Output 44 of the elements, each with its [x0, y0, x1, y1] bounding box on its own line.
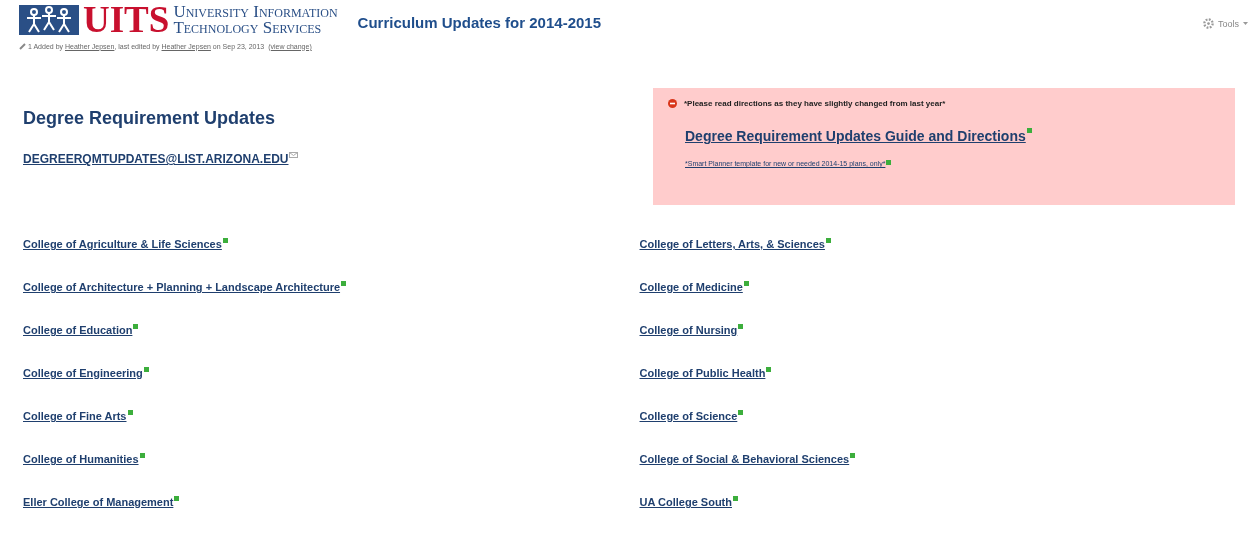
college-link[interactable]: College of Architecture + Planning + Landscape Architecture [23, 281, 341, 293]
mail-icon [288, 152, 298, 158]
external-link-icon [743, 281, 749, 286]
external-link-icon [766, 367, 772, 372]
external-link-icon [127, 410, 133, 415]
external-link-icon [139, 453, 145, 458]
logo-acronym: UITS [83, 4, 170, 36]
college-link[interactable]: College of Nursing [639, 324, 738, 336]
college-link[interactable]: College of Medicine [639, 281, 743, 293]
college-link[interactable]: Eller College of Management [23, 496, 174, 508]
college-link[interactable]: College of Science [639, 410, 738, 422]
college-link[interactable]: College of Education [23, 324, 133, 336]
tools-menu[interactable]: Tools [1218, 18, 1239, 29]
email-link[interactable]: DEGREERQMTUPDATES@LIST.ARIZONA.EDU [23, 152, 289, 166]
college-link[interactable]: College of Humanities [23, 453, 139, 465]
external-link-icon [174, 496, 180, 501]
external-link-icon [1026, 128, 1032, 133]
external-link-icon [738, 410, 744, 415]
college-link[interactable]: College of Public Health [639, 367, 766, 379]
external-link-icon [222, 238, 228, 243]
warning-text: *Please read directions as they have slightly changed from last year* [684, 99, 946, 108]
minus-circle-icon [668, 99, 677, 108]
page-title: Curriculum Updates for 2014-2015 [357, 14, 601, 31]
section-heading: Degree Requirement Updates [23, 108, 277, 129]
caret-icon [1243, 22, 1248, 25]
external-link-icon [825, 238, 831, 243]
guide-link[interactable]: Degree Requirement Updates Guide and Directions [685, 128, 1026, 144]
logo-name: Technology Services [173, 20, 323, 36]
external-link-icon [738, 324, 744, 329]
external-link-icon [733, 496, 738, 501]
college-link[interactable]: College of Fine Arts [23, 410, 127, 422]
external-link-icon [341, 281, 347, 286]
college-link[interactable]: UA College South [639, 496, 732, 508]
external-link-icon [143, 367, 149, 372]
college-link[interactable]: College of Engineering [23, 367, 143, 379]
college-link[interactable]: College of Social & Behavioral Sciences [639, 453, 850, 465]
logo-name: University Information [173, 4, 338, 20]
external-link-icon [886, 160, 892, 165]
external-link-icon [133, 324, 139, 329]
college-link[interactable]: College of Agriculture & Life Sciences [23, 238, 222, 250]
external-link-icon [850, 453, 856, 458]
gear-icon [1203, 18, 1214, 29]
college-link[interactable]: College of Letters, Arts, & Sciences [639, 238, 825, 250]
logo-figures-icon [19, 5, 79, 35]
